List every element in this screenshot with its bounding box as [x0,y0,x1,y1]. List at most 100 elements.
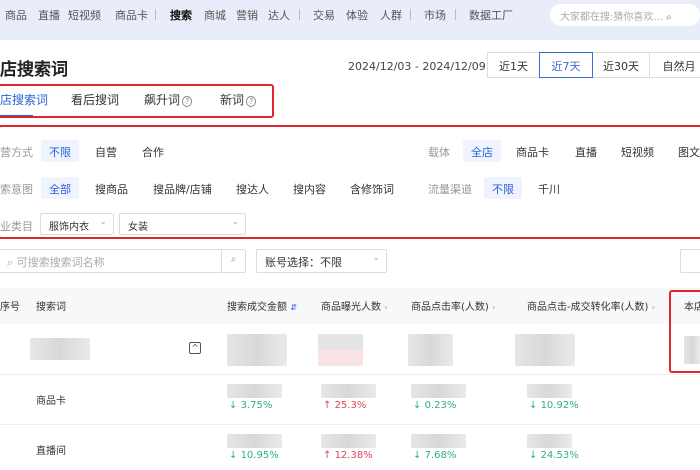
nav-item[interactable]: 营销 [236,7,258,23]
arrow-down-icon: ↓ [229,450,241,461]
global-search-placeholder: 大家都在搜:猜你喜欢... [560,12,663,23]
sort-icon[interactable]: ⇵ [290,303,297,312]
change-value: 10.92% [540,400,579,411]
change-down: ↓ 10.92% [529,400,579,411]
col-label: 商品点击-成交转化率(人数) [527,302,649,313]
highlight-box-store-column [669,290,700,373]
chip-search-product[interactable]: 搜商品 [87,177,136,199]
select-value: 账号选择：不限 [265,256,342,269]
chip-channel-unlimited[interactable]: 不限 [484,177,522,199]
change-down: ↓ 0.23% [413,400,456,411]
col-label: 商品点击率(人数) [411,302,489,313]
category-level2-select[interactable]: 女装 ⌄ [119,213,246,235]
nav-item[interactable]: 短视频 [68,7,101,23]
nav-separator [299,9,300,20]
row-divider [0,424,700,425]
nav-separator [455,9,456,20]
arrow-down-icon: ↓ [229,400,241,411]
nav-item[interactable]: 商城 [204,7,226,23]
blurred-value [321,384,376,398]
search-button[interactable]: ⌕ [221,249,246,273]
arrow-down-icon: ↓ [529,450,541,461]
chip-qianchuan[interactable]: 千川 [530,177,568,199]
blurred-value [408,334,453,366]
chip-whole-store[interactable]: 全店 [463,140,501,162]
sort-icon[interactable]: ▾ [384,304,388,312]
search-icon[interactable]: ⌕ [666,12,672,23]
chip-unlimited[interactable]: 不限 [41,140,79,162]
category-level1-select[interactable]: 服饰内衣 ⌄ [40,213,114,235]
col-exposure[interactable]: 商品曝光人数 ▾ [321,298,388,313]
chip-live[interactable]: 直播 [567,140,605,162]
change-up: ↑ 12.38% [323,450,373,461]
blurred-term [30,338,90,360]
sort-icon[interactable]: ▾ [492,304,496,312]
nav-item[interactable]: 商品卡 [115,7,148,23]
arrow-up-icon: ↑ [323,400,335,411]
change-down: ↓ 24.53% [529,450,579,461]
nav-item[interactable]: 体验 [346,7,368,23]
chip-all[interactable]: 全部 [41,177,79,199]
chevron-down-icon: ⌄ [372,253,380,263]
placeholder: 可搜索搜索词名称 [16,256,105,269]
search-term: 商品卡 [36,396,66,407]
nav-separator [155,9,156,20]
global-search-input[interactable]: 大家都在搜:猜你喜欢... ⌕ [550,4,700,26]
term-search-input[interactable]: ⌕ 可搜索搜索词名称 [0,249,222,273]
search-term: 直播间 [36,446,66,457]
select-value: 女装 [128,222,148,233]
select-value: 服饰内衣 [49,222,89,233]
account-select[interactable]: 账号选择：不限 ⌄ [256,249,387,273]
blurred-value [321,434,376,448]
change-up: ↑ 25.3% [323,400,366,411]
blurred-value [318,334,363,366]
nav-item[interactable]: 搜索 [170,7,192,23]
chip-modifier[interactable]: 含修饰词 [342,177,402,199]
blurred-value [227,434,282,448]
chip-short-video[interactable]: 短视频 [613,140,662,162]
date-range: 2024/12/03 - 2024/12/09 [348,60,486,73]
nav-item[interactable]: 达人 [268,7,290,23]
nav-item[interactable]: 数据工厂 [469,7,513,23]
col-label: 搜索成交金额 [227,302,287,313]
filter-label-category: 业类目 [0,220,33,233]
highlight-box-tabs [0,84,274,118]
chip-search-creator[interactable]: 搜达人 [228,177,277,199]
nav-separator [410,9,411,20]
change-value: 25.3% [334,400,367,411]
chip-search-content[interactable]: 搜内容 [285,177,334,199]
nav-item[interactable]: 直播 [38,7,60,23]
sort-icon[interactable]: ▾ [652,304,656,312]
nav-item[interactable]: 人群 [380,7,402,23]
blurred-value [227,384,282,398]
change-value: 3.75% [240,400,273,411]
col-ctr[interactable]: 商品点击率(人数) ▾ [411,298,496,313]
nav-item[interactable]: 交易 [313,7,335,23]
chip-self-operated[interactable]: 自营 [87,140,125,162]
col-term: 搜索词 [36,302,66,313]
blurred-value [527,434,572,448]
range-month[interactable]: 自然月 [649,52,700,78]
range-7d[interactable]: 近7天 [539,52,593,78]
change-value: 24.53% [540,450,579,461]
chip-search-brand[interactable]: 搜品牌/店铺 [145,177,220,199]
arrow-down-icon: ↓ [413,400,425,411]
range-30d[interactable]: 近30天 [592,52,650,78]
col-gmv[interactable]: 搜索成交金额 ⇵ [227,298,297,313]
chip-product-card[interactable]: 商品卡 [508,140,557,162]
chip-cooperation[interactable]: 合作 [134,140,172,162]
blurred-value [227,334,287,366]
chip-image-text[interactable]: 图文 [670,140,700,162]
filter-label-carrier: 载体 [428,146,450,159]
col-cvr[interactable]: 商品点击-成交转化率(人数) ▾ [527,298,655,313]
toolbar-button-right[interactable] [680,249,700,273]
change-value: 12.38% [334,450,373,461]
blurred-value [515,334,575,366]
range-1d[interactable]: 近1天 [487,52,540,78]
collapse-icon[interactable]: ^ [189,342,201,354]
nav-item[interactable]: 商品 [5,7,27,23]
arrow-down-icon: ↓ [413,450,425,461]
chevron-down-icon: ⌄ [99,217,107,227]
nav-item[interactable]: 市场 [424,7,446,23]
col-index: 序号 [0,302,20,313]
